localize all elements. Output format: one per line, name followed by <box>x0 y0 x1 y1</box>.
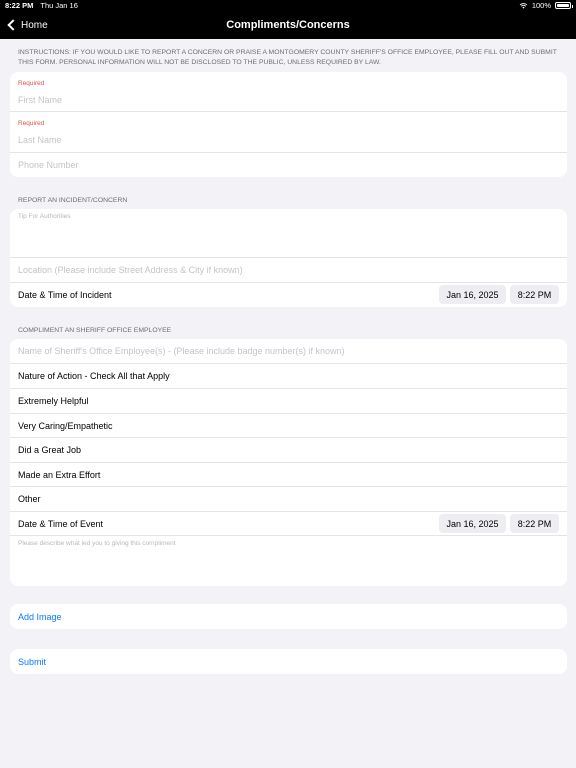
nature-of-action-label: Nature of Action - Check All that Apply <box>18 371 170 381</box>
phone-number-field[interactable]: Phone Number <box>10 153 567 177</box>
option-extremely-helpful[interactable]: Extremely Helpful <box>10 389 567 414</box>
event-time-picker[interactable]: 8:22 PM <box>510 514 559 533</box>
event-datetime-row: Date & Time of Event Jan 16, 2025 8:22 P… <box>10 512 567 536</box>
first-name-field[interactable]: Required First Name <box>10 72 567 112</box>
location-placeholder: Location (Please include Street Address … <box>18 265 243 275</box>
add-image-label: Add Image <box>18 611 62 622</box>
required-label: Required <box>18 80 45 87</box>
wifi-icon <box>519 2 528 9</box>
option-very-caring[interactable]: Very Caring/Empathetic <box>10 414 567 438</box>
submit-button[interactable]: Submit <box>10 649 567 674</box>
option-great-job[interactable]: Did a Great Job <box>10 438 567 463</box>
option-label: Other <box>18 494 41 504</box>
nature-of-action-label-row: Nature of Action - Check All that Apply <box>10 364 567 389</box>
tip-placeholder: Tip For Authorities <box>18 213 71 220</box>
last-name-placeholder: Last Name <box>18 135 62 145</box>
page-title: Compliments/Concerns <box>226 19 350 31</box>
navigation-bar: Home Compliments/Concerns <box>0 11 576 39</box>
incident-section-header: REPORT AN INCIDENT/CONCERN <box>18 197 128 204</box>
back-button-label: Home <box>21 19 48 31</box>
submit-label: Submit <box>18 656 47 667</box>
battery-percent: 100% <box>531 1 551 10</box>
status-time: 8:22 PM <box>5 1 34 10</box>
incident-datetime-label: Date & Time of Incident <box>18 290 112 300</box>
status-bar: 8:22 PM Thu Jan 16 100% <box>0 0 576 11</box>
add-image-group: Add Image <box>10 604 567 629</box>
option-label: Did a Great Job <box>18 445 82 455</box>
event-date-picker[interactable]: Jan 16, 2025 <box>439 514 506 533</box>
employee-name-field[interactable]: Name of Sheriff's Office Employee(s) - (… <box>10 339 567 364</box>
required-label: Required <box>18 120 45 127</box>
incident-group: Tip For Authorities Location (Please inc… <box>10 209 567 307</box>
last-name-field[interactable]: Required Last Name <box>10 112 567 153</box>
first-name-placeholder: First Name <box>18 95 63 105</box>
instructions-text: INSTRUCTIONS: IF YOU WOULD LIKE TO REPOR… <box>18 49 557 66</box>
chevron-left-icon <box>7 19 19 31</box>
employee-name-placeholder: Name of Sheriff's Office Employee(s) - (… <box>18 346 345 356</box>
event-datetime-label: Date & Time of Event <box>18 518 104 529</box>
option-extra-effort[interactable]: Made an Extra Effort <box>10 463 567 487</box>
incident-datetime-row: Date & Time of Incident Jan 16, 2025 8:2… <box>10 283 567 307</box>
option-label: Made an Extra Effort <box>18 469 101 480</box>
compliment-group: Name of Sheriff's Office Employee(s) - (… <box>10 339 567 586</box>
incident-date-picker[interactable]: Jan 16, 2025 <box>439 285 506 304</box>
option-label: Very Caring/Empathetic <box>18 420 113 431</box>
personal-info-group: Required First Name Required Last Name P… <box>10 72 567 177</box>
describe-placeholder: Please describe what led you to giving t… <box>18 540 176 547</box>
submit-group: Submit <box>10 649 567 674</box>
compliment-section-header: COMPLIMENT AN SHERIFF OFFICE EMPLOYEE <box>18 327 172 334</box>
option-other[interactable]: Other <box>10 487 567 512</box>
status-date: Thu Jan 16 <box>40 1 78 10</box>
describe-textarea[interactable]: Please describe what led you to giving t… <box>10 536 567 586</box>
phone-number-placeholder: Phone Number <box>18 160 79 170</box>
option-label: Extremely Helpful <box>18 396 89 406</box>
location-field[interactable]: Location (Please include Street Address … <box>10 258 567 283</box>
add-image-button[interactable]: Add Image <box>10 604 567 629</box>
incident-time-picker[interactable]: 8:22 PM <box>510 285 559 304</box>
battery-icon <box>555 2 573 9</box>
tip-textarea[interactable]: Tip For Authorities <box>10 209 567 258</box>
back-button[interactable]: Home <box>7 11 48 39</box>
